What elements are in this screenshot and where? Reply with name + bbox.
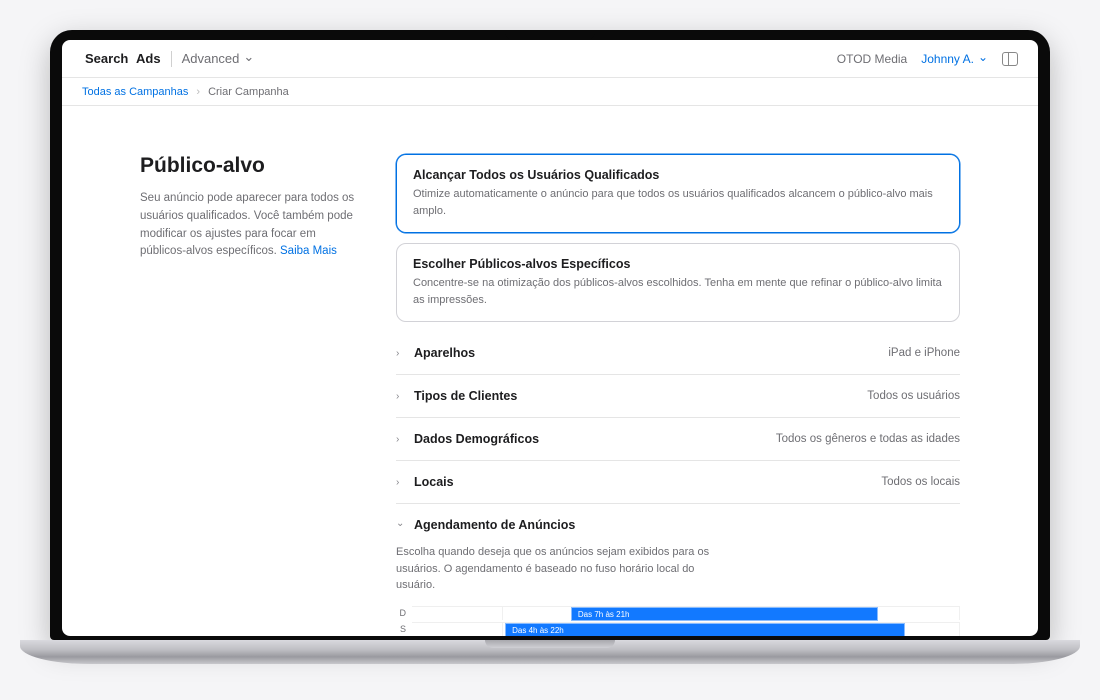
schedule-track[interactable]: Das 4h às 22h <box>412 622 960 636</box>
schedule-day-label: D <box>396 608 412 618</box>
schedule-description: Escolha quando deseja que os anúncios se… <box>396 544 736 594</box>
accordion-value: Todos os gêneros e todas as idades <box>776 433 960 445</box>
chevron-down-icon <box>243 51 254 67</box>
accordion-label: Aparelhos <box>414 346 475 360</box>
chevron-right-icon <box>196 86 200 98</box>
schedule-track[interactable]: Das 7h às 21h <box>412 606 960 620</box>
chevron-right-icon <box>396 434 404 445</box>
schedule-chart[interactable]: D Das 7h às 21h S Das 4h às 2 <box>396 606 960 637</box>
accordion-devices[interactable]: Aparelhos iPad e iPhone <box>396 332 960 375</box>
accordion-locations[interactable]: Locais Todos os locais <box>396 461 960 504</box>
schedule-row[interactable]: D Das 7h às 21h <box>396 606 960 621</box>
page-title: Público-alvo <box>140 154 360 178</box>
org-name: OTOD Media <box>837 52 907 66</box>
settings-panel: Alcançar Todos os Usuários Qualificados … <box>396 154 960 636</box>
schedule-bar[interactable]: Das 4h às 22h <box>505 623 905 636</box>
page-description: Seu anúncio pode aparecer para todos os … <box>140 190 360 261</box>
accordion-ad-scheduling[interactable]: Agendamento de Anúncios <box>396 504 960 542</box>
chevron-right-icon <box>396 348 404 359</box>
product-tier-dropdown[interactable]: Advanced <box>182 51 255 67</box>
accordion-value: iPad e iPhone <box>888 347 960 359</box>
schedule-day-label: S <box>396 624 412 634</box>
schedule-bar[interactable]: Das 7h às 21h <box>571 607 878 621</box>
option-specific-audiences[interactable]: Escolher Públicos-alvos Específicos Conc… <box>396 243 960 322</box>
option-desc: Otimize automaticamente o anúncio para q… <box>413 186 943 219</box>
accordion-customer-types[interactable]: Tipos de Clientes Todos os usuários <box>396 375 960 418</box>
option-title: Escolher Públicos-alvos Específicos <box>413 257 943 271</box>
header-right: OTOD Media Johnny A. <box>837 52 1018 66</box>
app-header: Search Ads Advanced OTOD Media Johnny A. <box>62 40 1038 78</box>
chevron-down-icon <box>978 52 988 66</box>
option-reach-all[interactable]: Alcançar Todos os Usuários Qualificados … <box>396 154 960 233</box>
accordion-label: Locais <box>414 475 454 489</box>
accordion-demographics[interactable]: Dados Demográficos Todos os gêneros e to… <box>396 418 960 461</box>
brand-word-2: Ads <box>136 51 161 66</box>
laptop-frame: Search Ads Advanced OTOD Media Johnny A. <box>50 30 1050 670</box>
chevron-right-icon <box>396 477 404 488</box>
brand-word-1: Search <box>85 51 128 66</box>
product-tier-label: Advanced <box>182 51 240 66</box>
breadcrumb-current: Criar Campanha <box>208 86 289 98</box>
main-content: Público-alvo Seu anúncio pode aparecer p… <box>62 106 1038 636</box>
brand: Search Ads <box>82 51 161 66</box>
schedule-row[interactable]: S Das 4h às 22h <box>396 622 960 637</box>
breadcrumb: Todas as Campanhas Criar Campanha <box>62 78 1038 106</box>
header-divider <box>171 51 172 67</box>
accordion-value: Todos os usuários <box>867 390 960 402</box>
panel-toggle-icon[interactable] <box>1002 52 1018 66</box>
accordion-label: Tipos de Clientes <box>414 389 517 403</box>
screen-bezel: Search Ads Advanced OTOD Media Johnny A. <box>50 30 1050 640</box>
user-name: Johnny A. <box>921 52 974 66</box>
screen: Search Ads Advanced OTOD Media Johnny A. <box>62 40 1038 636</box>
accordion-label: Agendamento de Anúncios <box>414 518 575 532</box>
breadcrumb-root[interactable]: Todas as Campanhas <box>82 86 188 98</box>
chevron-right-icon <box>396 391 404 402</box>
accordion-value: Todos os locais <box>881 476 960 488</box>
section-intro: Público-alvo Seu anúncio pode aparecer p… <box>140 154 360 636</box>
chevron-down-icon <box>396 520 404 531</box>
laptop-base <box>20 640 1080 664</box>
camera-notch <box>505 30 595 40</box>
user-menu[interactable]: Johnny A. <box>921 52 988 66</box>
option-desc: Concentre-se na otimização dos públicos-… <box>413 275 943 308</box>
learn-more-link[interactable]: Saiba Mais <box>280 245 337 257</box>
option-title: Alcançar Todos os Usuários Qualificados <box>413 168 943 182</box>
accordion-label: Dados Demográficos <box>414 432 539 446</box>
